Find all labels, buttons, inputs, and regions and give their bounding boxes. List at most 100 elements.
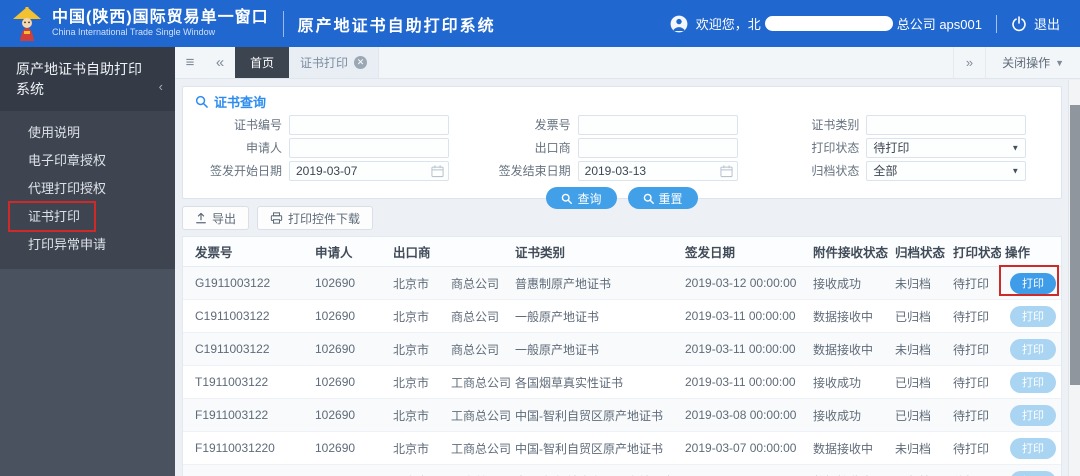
print-button[interactable]: 打印 [1010, 338, 1056, 360]
table-body: G1911003122 102690 北京市 商总公司 普惠制原产地证书 2019-03-… [183, 267, 1061, 476]
print-status-select[interactable]: 待打印 ▼ [866, 137, 1027, 158]
cell-cert-type: 一般原产地证书 [515, 342, 600, 357]
tab-close-icon[interactable]: ✕ [354, 56, 368, 69]
table-row: T1911003122 102690 北京市 工商总公司 各国烟草真实性证书 2019-0… [183, 366, 1061, 399]
export-icon [196, 212, 206, 224]
scroll-tabs-right-icon[interactable]: » [952, 47, 985, 78]
search-icon [195, 95, 208, 108]
column-header-4: 签发日期 [685, 246, 736, 260]
table-row: C1911003122 102690 北京市 商总公司 一般原产地证书 2019-03-1… [183, 333, 1061, 366]
query-button-label: 查询 [577, 191, 602, 206]
cell-applicant: 102690 [315, 441, 356, 455]
print-control-download-button[interactable]: 打印控件下载 [257, 206, 374, 230]
query-button[interactable]: 查询 [546, 187, 617, 209]
cell-print-status: 待打印 [953, 276, 990, 291]
cert-no-label: 证书编号 [233, 118, 282, 132]
brand-divider [282, 10, 284, 37]
table-row: C1911003122 102690 北京市 商总公司 一般原产地证书 2019-03-1… [183, 300, 1061, 333]
invoice-no-input[interactable] [577, 114, 738, 135]
export-button-label: 导出 [212, 211, 237, 226]
certificate-search-panel: 证书查询 证书编号 发票号 证书类别 申请人 出口商 打印状态 待打印 ▼ 签发开始日期 2019… [182, 86, 1062, 209]
cell-invoice-no: G1911003122 [195, 276, 271, 290]
print-button[interactable]: 打印 [1010, 371, 1056, 393]
issue-start-date-date-input[interactable]: 2019-03-07 [289, 160, 449, 181]
archive-status-select[interactable]: 全部 ▼ [866, 160, 1027, 181]
cell-print-status: 待打印 [949, 473, 1001, 476]
sidebar-item-print-exception[interactable]: 打印异常申请 [0, 231, 175, 259]
print-button[interactable]: 打印 [1010, 305, 1056, 327]
cell-action: 打印 [1001, 272, 1061, 294]
cell-applicant: 102690 [315, 342, 356, 356]
calendar-icon [720, 164, 733, 177]
tab-bar: ≡ « 首页 证书打印 ✕ » 关闭操作 ▼ [175, 47, 1080, 79]
cell-attachment-status: 数据接收中 [809, 473, 891, 476]
sidebar-menu: 使用说明 电子印章授权 代理打印授权 证书打印 打印异常申请 [0, 111, 175, 269]
user-area: 欢迎您，北 总公司 aps001 退出 [670, 14, 1060, 33]
issue-end-date-value: 2019-03-13 [584, 163, 647, 178]
cell-cert-type: 一般原产地证书 [515, 309, 600, 324]
table-row: F1911003122 102690 北京市 工商总公司 中国-智利自贸区原产地证书 20… [183, 399, 1061, 432]
chevron-down-icon: ▼ [1055, 57, 1064, 68]
sidebar-collapse-icon[interactable]: ‹ [159, 77, 163, 97]
chevron-down-icon: ▼ [1011, 143, 1020, 152]
column-header-7: 打印状态 [953, 246, 1001, 260]
print-button[interactable]: 打印 [1010, 437, 1056, 459]
sidebar-title-bar[interactable]: 原产地证书自助打印系统 ‹ [0, 47, 175, 111]
calendar-icon[interactable] [431, 164, 444, 177]
logout-button[interactable]: 退出 [1034, 14, 1060, 33]
print-button[interactable]: 打印 [1010, 470, 1056, 476]
cell-cert-type: 中国-智利自贸区原产地证书 [515, 408, 663, 423]
sidebar-item-agent-print-auth[interactable]: 代理打印授权 [0, 175, 175, 203]
exporter-input[interactable] [577, 137, 738, 158]
power-icon[interactable] [1011, 15, 1027, 32]
tab-home[interactable]: 首页 [235, 47, 290, 78]
cell-applicant: 102690 [315, 408, 356, 422]
cell-print-status: 待打印 [953, 342, 990, 357]
print-button[interactable]: 打印 [1010, 404, 1056, 426]
issue-end-date-label: 签发结束日期 [498, 164, 571, 178]
applicant-label: 申请人 [245, 141, 282, 155]
export-button[interactable]: 导出 [182, 206, 250, 230]
page-content: 证书查询 证书编号 发票号 证书类别 申请人 出口商 打印状态 待打印 ▼ 签发开始日期 2019… [175, 80, 1080, 476]
close-operations-dropdown[interactable]: 关闭操作 ▼ [985, 47, 1080, 78]
cert-no-input[interactable] [289, 114, 449, 135]
tab-bar-right: » 关闭操作 ▼ [952, 47, 1080, 78]
table-header-row: 发票号 申请人 出口商 证书类别 签发日期 附件接收状态 归档状态 打印状态 操作 [183, 237, 1061, 267]
cell-exporter: 北京市工商总公司 [393, 375, 511, 390]
cert-type-input[interactable] [866, 114, 1027, 135]
search-form: 证书编号 发票号 证书类别 申请人 出口商 打印状态 待打印 ▼ 签发开始日期 2019-03-0… [183, 110, 1061, 182]
print-button[interactable]: 打印 [1010, 272, 1056, 294]
calendar-icon[interactable] [720, 164, 733, 177]
hamburger-menu-icon[interactable]: ≡ [175, 47, 205, 78]
cell-issue-date: 2019-03-11 00:00:00 [685, 342, 796, 356]
cell-archive-status: 已归档 [895, 375, 932, 390]
table-row: G1911003122 102690 北京市 商总公司 普惠制原产地证书 2019-03-… [183, 267, 1061, 300]
issue-end-date-date-input[interactable]: 2019-03-13 [577, 160, 738, 181]
sidebar-item-usage-notes[interactable]: 使用说明 [0, 119, 175, 147]
cell-exporter: 北京市 商总公司 [393, 309, 500, 324]
cell-invoice-no: F19110031220 [195, 441, 275, 455]
reset-button[interactable]: 重置 [627, 187, 698, 209]
cell-issue-date: 2019-03-07 00:00:00 [685, 441, 797, 455]
cell-archive-status: 已归档 [891, 473, 949, 476]
sidebar-item-cert-print[interactable]: 证书打印 [0, 203, 175, 231]
brand-text: 中国(陕西)国际贸易单一窗口 China International Trade… [52, 9, 269, 38]
tab-cert-print[interactable]: 证书打印 ✕ [289, 47, 380, 78]
cell-invoice-no: F1911003122 [195, 408, 269, 422]
cell-archive-status: 已归档 [895, 309, 932, 324]
cell-exporter: 北京市 商总公司 [393, 342, 500, 357]
sidebar-item-e-seal-auth[interactable]: 电子印章授权 [0, 147, 175, 175]
cell-attachment-status: 接收成功 [813, 408, 862, 423]
scroll-tabs-left-icon[interactable]: « [205, 47, 235, 78]
issue-start-date-label: 签发开始日期 [209, 164, 282, 178]
brand-subtitle: China International Trade Single Window [52, 27, 216, 37]
scrollbar-thumb[interactable] [1070, 105, 1080, 385]
field-cert-no: 证书编号 [185, 113, 474, 136]
top-header: 中国(陕西)国际贸易单一窗口 China International Trade… [0, 0, 1080, 47]
search-icon [643, 193, 654, 204]
chevron-down-icon: ▼ [1011, 166, 1020, 175]
column-header-5: 附件接收状态 [813, 246, 889, 260]
search-panel-title-text: 证书查询 [214, 94, 267, 110]
applicant-input[interactable] [289, 137, 449, 158]
cell-action: 打印 [1001, 437, 1061, 459]
